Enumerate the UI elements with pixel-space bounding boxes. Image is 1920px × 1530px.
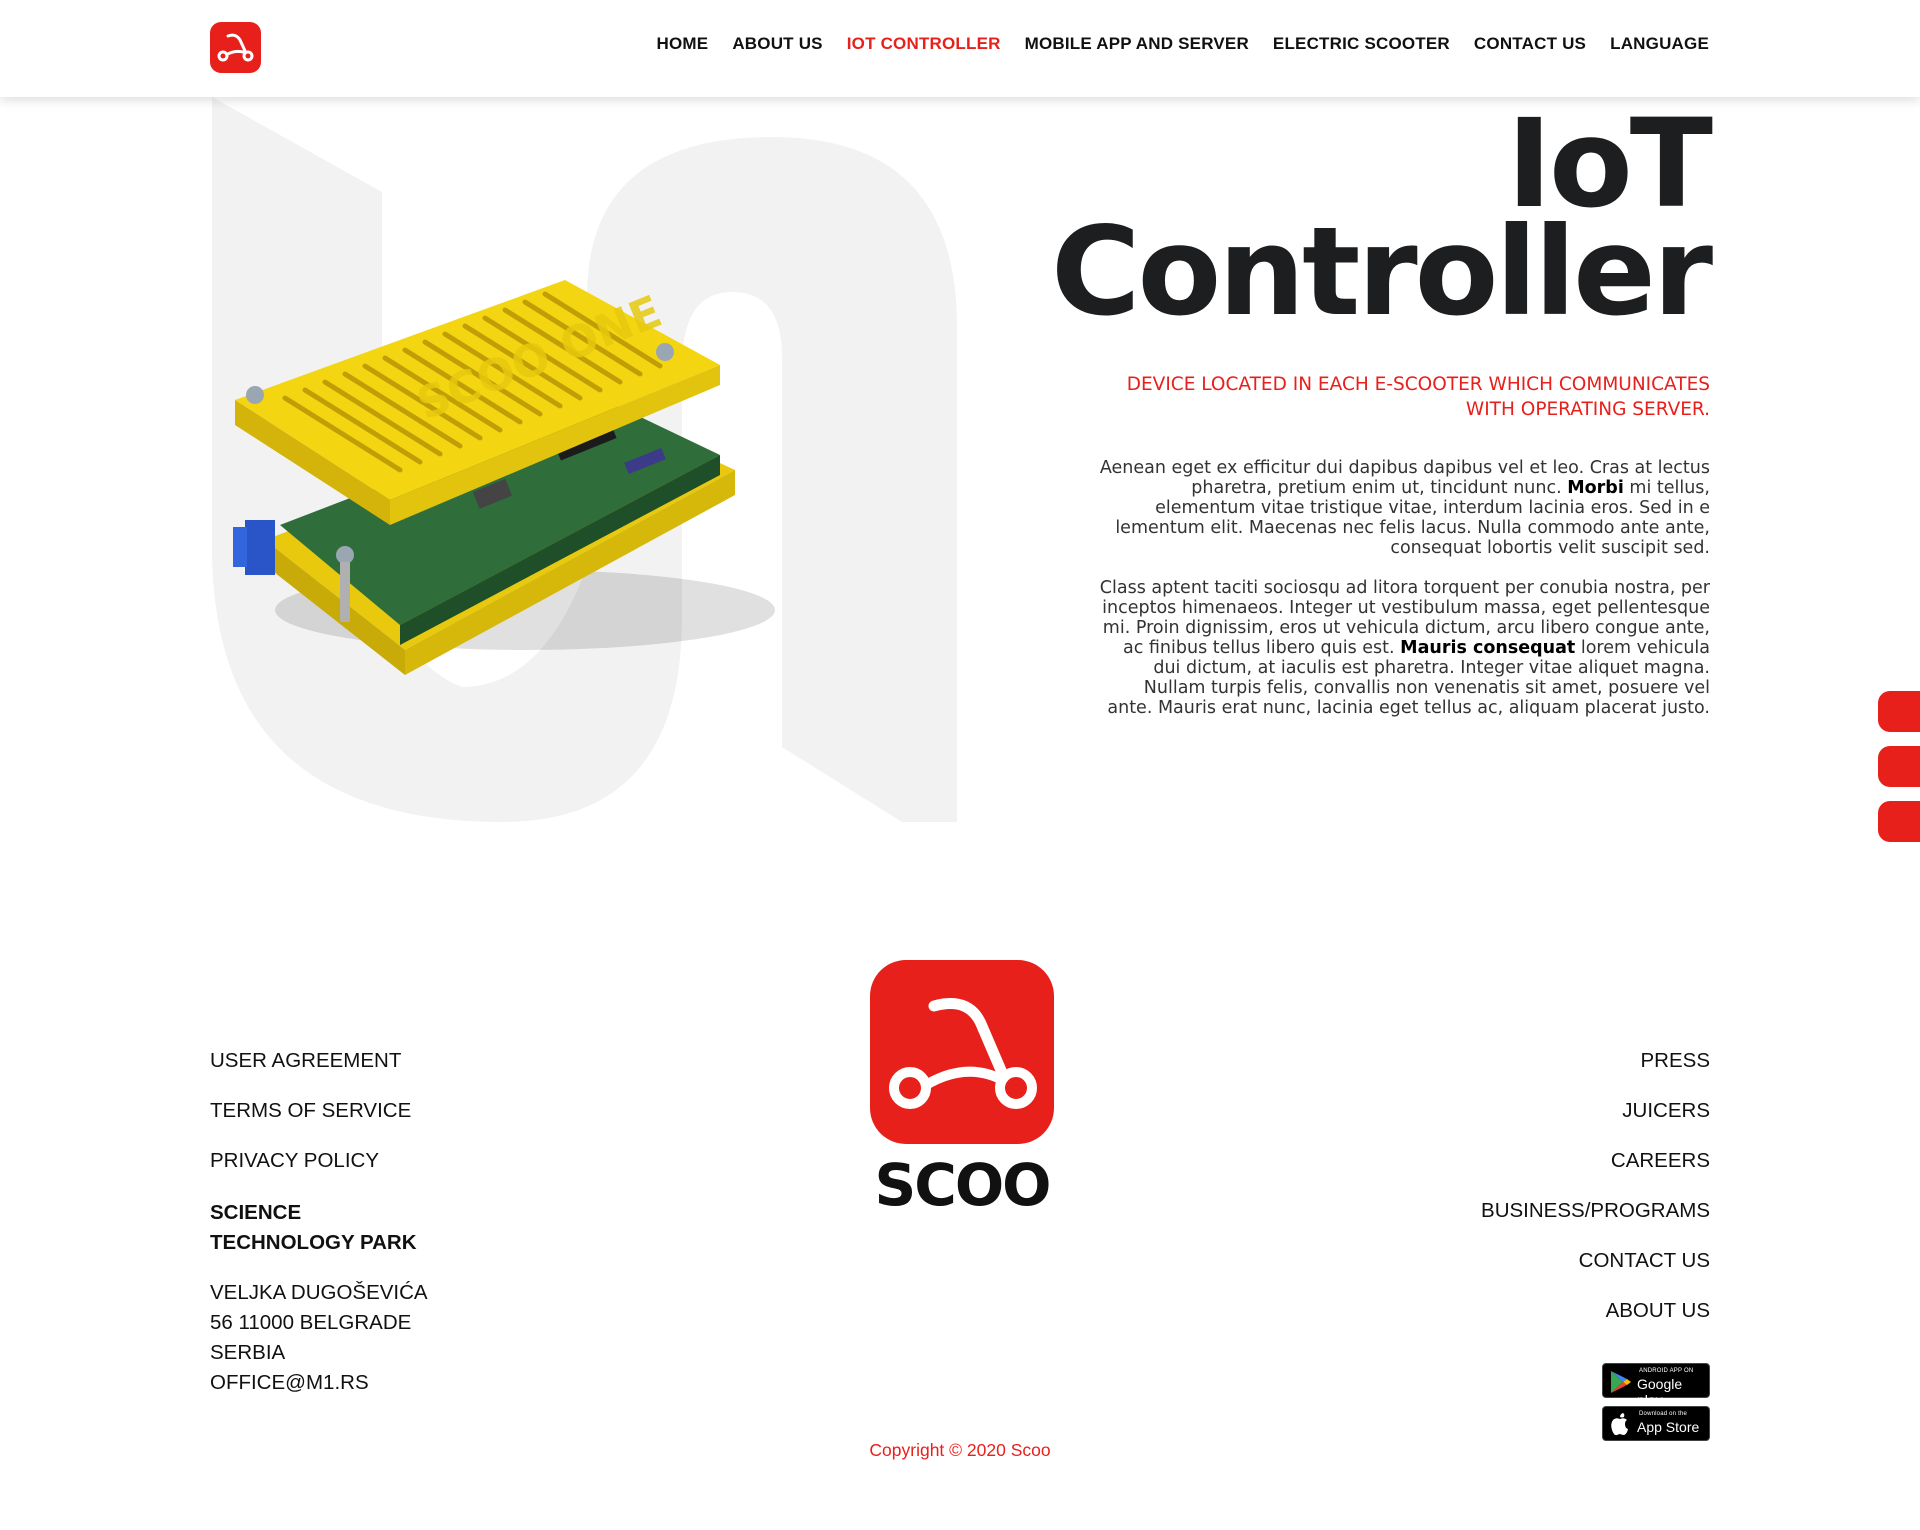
brand-name: SCOO [875, 1151, 1050, 1210]
google-play-small-text: ANDROID APP ON [1639, 1368, 1694, 1374]
site-header: HOME ABOUT US IOT CONTROLLER MOBILE APP … [0, 0, 1920, 97]
app-store-badge[interactable]: Download on the App Store [1602, 1406, 1710, 1441]
app-store-small-text: Download on the [1639, 1411, 1688, 1417]
intro-paragraph-1: Aenean eget ex efficitur dui dapibus dap… [1095, 458, 1710, 558]
org-name-line2: TECHNOLOGY PARK [210, 1231, 417, 1254]
footer-link-contact-us[interactable]: CONTACT US [1481, 1248, 1710, 1273]
scoo-brand-logo: SCOO [870, 960, 1054, 1210]
footer-link-privacy-policy[interactable]: PRIVACY POLICY [210, 1148, 428, 1173]
google-play-text: Google play [1637, 1376, 1683, 1408]
address-country: SERBIA [210, 1341, 286, 1364]
main-nav: HOME ABOUT US IOT CONTROLLER MOBILE APP … [633, 34, 1709, 54]
page-title: IoT Controller [1050, 103, 1713, 343]
footer-link-business-programs[interactable]: BUSINESS/PROGRAMS [1481, 1198, 1710, 1223]
address-street: VELJKA DUGOŠEVIĆA [210, 1281, 428, 1304]
google-play-icon [1611, 1371, 1631, 1393]
page-subtitle: DEVICE LOCATED IN EACH E-SCOOTER WHICH C… [1126, 374, 1710, 420]
social-icon[interactable] [1878, 691, 1920, 732]
footer-left: USER AGREEMENT TERMS OF SERVICE PRIVACY … [210, 1048, 428, 1398]
nav-iot-controller[interactable]: IOT CONTROLLER [847, 34, 1001, 54]
nav-contact-us[interactable]: CONTACT US [1474, 34, 1586, 54]
footer-address: VELJKA DUGOŠEVIĆA 56 11000 BELGRADE SERB… [210, 1278, 428, 1398]
address-email[interactable]: OFFICE@M1.RS [210, 1368, 428, 1398]
nav-about-us[interactable]: ABOUT US [732, 34, 822, 54]
social-icon[interactable] [1878, 801, 1920, 842]
intro-paragraph-2: Class aptent taciti sociosqu ad litora t… [1095, 578, 1710, 718]
copyright: Copyright © 2020 Scoo [869, 1440, 1051, 1460]
footer-link-juicers[interactable]: JUICERS [1481, 1098, 1710, 1123]
nav-language[interactable]: LANGUAGE [1610, 34, 1709, 54]
google-play-badge[interactable]: ANDROID APP ON Google play [1602, 1363, 1710, 1408]
p2-bold: Mauris consequat [1400, 638, 1576, 658]
footer-link-about-us[interactable]: ABOUT US [1481, 1298, 1710, 1323]
nav-home[interactable]: HOME [657, 34, 709, 54]
footer-right: PRESS JUICERS CAREERS BUSINESS/PROGRAMS … [1481, 1048, 1710, 1348]
page-title-line2: Controller [1050, 201, 1713, 343]
iot-controller-device-image: SCOO ONE [233, 280, 775, 675]
scoo-logo-icon[interactable] [210, 22, 261, 73]
footer-link-careers[interactable]: CAREERS [1481, 1148, 1710, 1173]
p1-bold: Morbi [1567, 478, 1624, 498]
nav-electric-scooter[interactable]: ELECTRIC SCOOTER [1273, 34, 1450, 54]
app-store-text: App Store [1637, 1419, 1700, 1435]
footer-org: SCIENCE TECHNOLOGY PARK [210, 1198, 428, 1258]
footer-link-press[interactable]: PRESS [1481, 1048, 1711, 1073]
social-icon[interactable] [1878, 746, 1920, 787]
footer-link-terms-of-service[interactable]: TERMS OF SERVICE [210, 1098, 428, 1123]
footer-link-user-agreement[interactable]: USER AGREEMENT [210, 1048, 428, 1073]
org-name-line1: SCIENCE [210, 1201, 302, 1224]
nav-mobile-app-and-server[interactable]: MOBILE APP AND SERVER [1025, 34, 1249, 54]
apple-icon [1611, 1413, 1628, 1436]
address-city: 56 11000 BELGRADE [210, 1311, 412, 1334]
